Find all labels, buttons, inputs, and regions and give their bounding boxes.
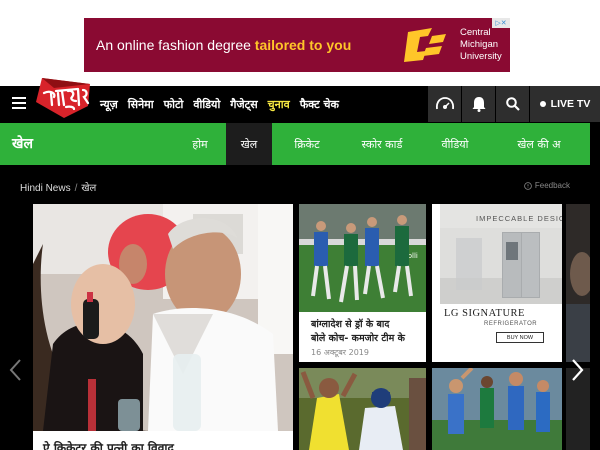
breadcrumb-current: खेल [81, 183, 97, 194]
nav-video[interactable]: वीडियो [193, 97, 220, 112]
live-dot-icon [539, 101, 546, 107]
nav-news[interactable]: न्यूज़ [100, 97, 118, 112]
story-card-date: 16 अक्टूबर 2019 [311, 348, 369, 357]
nav-gadgets[interactable]: गैजेट्स [230, 97, 257, 112]
carousel-prev-icon[interactable] [6, 358, 26, 382]
buy-now-button[interactable]: BUY NOW [496, 332, 544, 343]
adchoices-icon[interactable]: ▷✕ [492, 18, 510, 28]
subnav-sports[interactable]: खेल [226, 123, 272, 165]
live-tv-button[interactable]: LIVE TV [530, 86, 600, 122]
aajtak-logo[interactable] [34, 76, 94, 120]
story-card-image [299, 368, 426, 450]
story-card-football[interactable]: apolli बांग्लादेश से ड्रॉ के बाद बोले को… [299, 204, 426, 362]
section-title: खेल [12, 136, 33, 152]
story-card-partial[interactable] [566, 204, 590, 362]
top-banner-ad[interactable]: An online fashion degree tailored to you… [84, 18, 510, 72]
subnav-home[interactable]: होम [174, 123, 226, 165]
nav-elections[interactable]: चुनाव [268, 97, 290, 112]
notification-button[interactable] [462, 86, 495, 122]
nav-photo[interactable]: फोटो [164, 97, 184, 112]
subnav-more[interactable]: खेल की अ [488, 123, 590, 165]
university-logo-icon [404, 28, 446, 62]
subnav-cricket[interactable]: क्रिकेट [272, 123, 342, 165]
story-card-image: apolli [299, 204, 426, 312]
feedback-link[interactable]: Feedback [524, 181, 570, 190]
bell-icon [472, 97, 485, 112]
subnav-scorecard[interactable]: स्कोर कार्ड [342, 123, 422, 165]
ad-strip: An online fashion degree tailored to you… [0, 0, 600, 86]
promo-product: REFRIGERATOR [484, 321, 538, 327]
breadcrumb-home[interactable]: Hindi News [20, 183, 71, 194]
main-story-image[interactable] [33, 204, 293, 431]
search-button[interactable] [496, 86, 529, 122]
audio-icon [435, 97, 454, 110]
main-story-caption[interactable]: ऐ क्रिकेटर की पत्नी का विवाद [33, 431, 293, 450]
main-nav: न्यूज़ सिनेमा फोटो वीडियो गैजेट्स चुनाव … [100, 86, 339, 122]
ad-headline: An online fashion degree tailored to you [96, 37, 352, 53]
promo-heading: IMPECCABLE DESIG [476, 214, 562, 223]
header-actions: LIVE TV [427, 86, 600, 122]
menu-icon[interactable] [12, 97, 26, 109]
breadcrumb: Hindi News / खेल [20, 183, 97, 194]
search-icon [505, 97, 520, 111]
audio-button[interactable] [428, 86, 461, 122]
nav-fact-check[interactable]: फैक्ट चेक [300, 97, 339, 112]
section-subnav: खेल होम खेल क्रिकेट स्कोर कार्ड वीडियो ख… [0, 123, 590, 165]
subnav-items: होम खेल क्रिकेट स्कोर कार्ड वीडियो खेल क… [174, 123, 590, 165]
story-card-title: बांग्लादेश से ड्रॉ के बाद बोले कोच- कमजो… [311, 319, 405, 344]
refrigerator-image [440, 228, 562, 304]
subnav-video[interactable]: वीडियो [422, 123, 488, 165]
site-header: न्यूज़ सिनेमा फोटो वीडियो गैजेट्स चुनाव … [0, 78, 600, 122]
promo-card-lg[interactable]: IMPECCABLE DESIG LG SIGNATURE REFRIGERAT… [432, 204, 562, 362]
promo-brand: LG SIGNATURE [444, 308, 525, 319]
nav-cinema[interactable]: सिनेमा [128, 97, 154, 112]
story-card-football-2[interactable] [432, 368, 562, 450]
feedback-icon [524, 181, 532, 190]
story-card-cricket-player[interactable] [299, 368, 426, 450]
carousel-next-icon[interactable] [567, 358, 587, 382]
university-name: Central Michigan University [460, 27, 502, 62]
story-card-image [432, 368, 562, 450]
